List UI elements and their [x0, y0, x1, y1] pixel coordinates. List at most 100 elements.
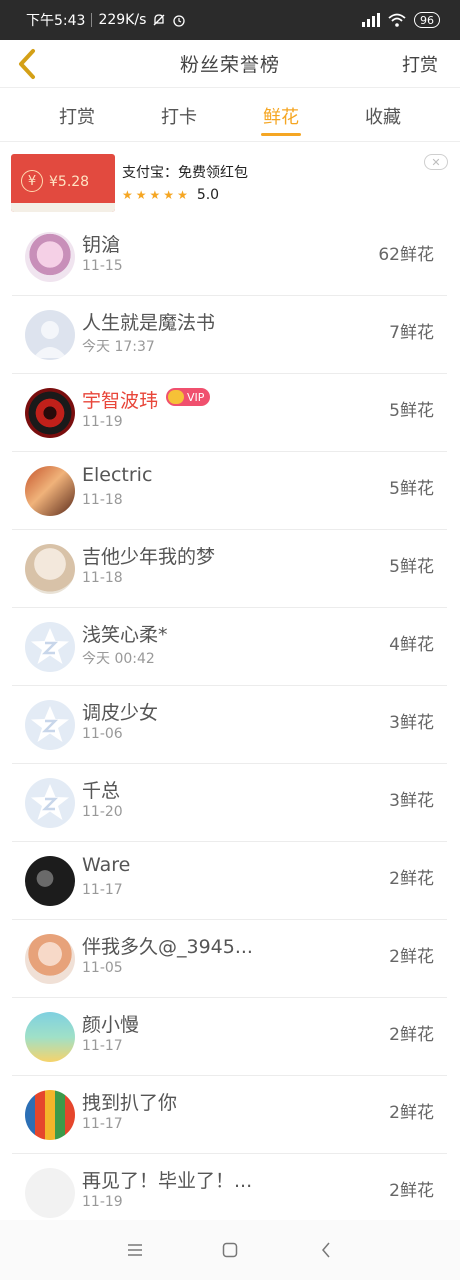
reward-button[interactable]: 打赏	[402, 51, 438, 77]
battery-icon: 96	[414, 12, 440, 28]
avatar[interactable]	[25, 1090, 75, 1140]
tab-flowers[interactable]: 鲜花	[251, 103, 311, 129]
fan-date: 11-17	[82, 1116, 123, 1132]
fan-name-text: 浅笑心柔*	[82, 624, 168, 646]
fan-row[interactable]: 宇智波玮 VIP 11-19 5鲜花	[12, 374, 447, 452]
ad-thumbnail-footer	[11, 203, 115, 212]
signal-icon	[362, 13, 380, 27]
flower-count: 5鲜花	[389, 557, 434, 577]
fan-date: 11-18	[82, 492, 123, 508]
avatar[interactable]	[25, 1012, 75, 1062]
fan-name: 宇智波玮 VIP	[82, 386, 211, 413]
system-nav-bar	[0, 1220, 460, 1280]
fan-row[interactable]: 钥滄 11-15 62鲜花	[12, 218, 447, 296]
ad-rating-stars: ★ ★ ★ ★ ★ 5.0	[122, 187, 219, 203]
fan-row[interactable]: 人生就是魔法书今天 17:37 7鲜花	[12, 296, 447, 374]
flower-count: 2鲜花	[389, 1181, 434, 1201]
star-icon: ★	[135, 188, 147, 202]
ad-title: 支付宝：免费领红包	[122, 165, 248, 181]
star-icon: ★	[122, 188, 133, 202]
network-speed: 229K/s	[98, 12, 147, 28]
fan-row[interactable]: 伴我多久@_3945... 11-05 2鲜花	[12, 920, 447, 998]
avatar[interactable]	[25, 310, 75, 360]
fan-date: 11-19	[82, 414, 123, 430]
fan-row[interactable]: 颜小慢 11-17 2鲜花	[12, 998, 447, 1076]
flower-count: 5鲜花	[389, 401, 434, 421]
fan-name: 钥滄	[82, 230, 120, 257]
silent-icon	[153, 14, 165, 26]
fan-row[interactable]: 调皮少女 11-06 3鲜花	[12, 686, 447, 764]
flower-count: 3鲜花	[389, 791, 434, 811]
default-star-avatar-icon	[31, 784, 69, 820]
tab-checkin[interactable]: 打卡	[149, 103, 209, 129]
fan-name-text: 人生就是魔法书	[82, 312, 216, 334]
home-square-icon	[222, 1242, 238, 1258]
avatar[interactable]	[25, 700, 75, 750]
flower-count: 2鲜花	[389, 1025, 434, 1045]
fan-name: 人生就是魔法书	[82, 308, 215, 335]
fan-date: 11-17	[82, 882, 123, 898]
tab-bar: 打赏 打卡 鲜花 收藏	[0, 89, 460, 142]
fan-name: 再见了！毕业了！...	[82, 1166, 252, 1193]
flower-count: 3鲜花	[389, 713, 434, 733]
avatar[interactable]	[25, 232, 75, 282]
menu-button[interactable]	[123, 1238, 147, 1262]
fan-name: 伴我多久@_3945...	[82, 932, 253, 959]
active-tab-indicator	[261, 133, 301, 136]
flower-count: 4鲜花	[389, 635, 434, 655]
fan-date: 今天 00:42	[82, 651, 155, 667]
star-icon: ★	[149, 188, 161, 202]
fan-row[interactable]: Ware 11-17 2鲜花	[12, 842, 447, 920]
avatar[interactable]	[25, 1168, 75, 1218]
fan-row[interactable]: 吉他少年我的梦 11-18 5鲜花	[12, 530, 447, 608]
vip-label: VIP	[187, 390, 205, 404]
avatar[interactable]	[25, 622, 75, 672]
fan-name: Electric	[82, 464, 152, 486]
fan-name-text: 千总	[82, 780, 121, 802]
back-nav-button[interactable]	[314, 1238, 338, 1262]
fan-date: 11-15	[82, 258, 123, 274]
menu-icon	[128, 1244, 142, 1256]
flower-count: 62鲜花	[378, 245, 434, 265]
tab-favorites[interactable]: 收藏	[353, 103, 413, 129]
fan-row[interactable]: 浅笑心柔* 今天 00:42 4鲜花	[12, 608, 447, 686]
fan-name: 颜小慢	[82, 1010, 139, 1037]
fan-date: 今天 17:37	[82, 339, 155, 355]
default-star-avatar-icon	[31, 628, 69, 664]
status-bar: 下午5:43 229K/s 96	[0, 0, 460, 40]
fan-name: 千总	[82, 776, 120, 803]
avatar[interactable]	[25, 856, 75, 906]
fan-name-text: 伴我多久@_3945...	[82, 936, 253, 958]
fan-name-text: 吉他少年我的梦	[82, 546, 216, 568]
fan-date: 11-06	[82, 726, 123, 742]
alarm-icon	[173, 15, 186, 27]
ad-thumbnail: ¥ ¥5.28	[11, 154, 115, 212]
crown-icon	[168, 390, 185, 404]
avatar[interactable]	[25, 778, 75, 828]
flower-count: 7鲜花	[389, 323, 434, 343]
fan-name: 浅笑心柔*	[82, 620, 168, 647]
ad-banner[interactable]: ¥ ¥5.28 支付宝：免费领红包 ★ ★ ★ ★ ★ 5.0 ✕	[0, 148, 460, 218]
tab-reward[interactable]: 打赏	[47, 103, 107, 129]
avatar[interactable]	[25, 466, 75, 516]
home-button[interactable]	[218, 1238, 242, 1262]
fan-row[interactable]: 拽到扒了你 11-17 2鲜花	[12, 1076, 447, 1154]
fan-row[interactable]: Electric 11-18 5鲜花	[12, 452, 447, 530]
flower-count: 2鲜花	[389, 947, 434, 967]
yuan-coin-icon: ¥	[21, 170, 43, 192]
fan-date: 11-17	[82, 1038, 123, 1054]
wifi-icon	[388, 13, 406, 27]
ad-close-button[interactable]: ✕	[424, 154, 448, 170]
star-icon: ★	[163, 188, 175, 202]
fan-name-text: 钥滄	[82, 234, 121, 256]
avatar[interactable]	[25, 934, 75, 984]
fan-date: 11-19	[82, 1194, 123, 1210]
avatar[interactable]	[25, 544, 75, 594]
app-header: 粉丝荣誉榜 打赏	[0, 40, 460, 88]
fan-name-text: 宇智波玮	[82, 390, 159, 412]
fan-row[interactable]: 千总 11-20 3鲜花	[12, 764, 447, 842]
avatar[interactable]	[25, 388, 75, 438]
fan-date: 11-20	[82, 804, 123, 820]
fan-name: 吉他少年我的梦	[82, 542, 215, 569]
flower-count: 2鲜花	[389, 869, 434, 889]
